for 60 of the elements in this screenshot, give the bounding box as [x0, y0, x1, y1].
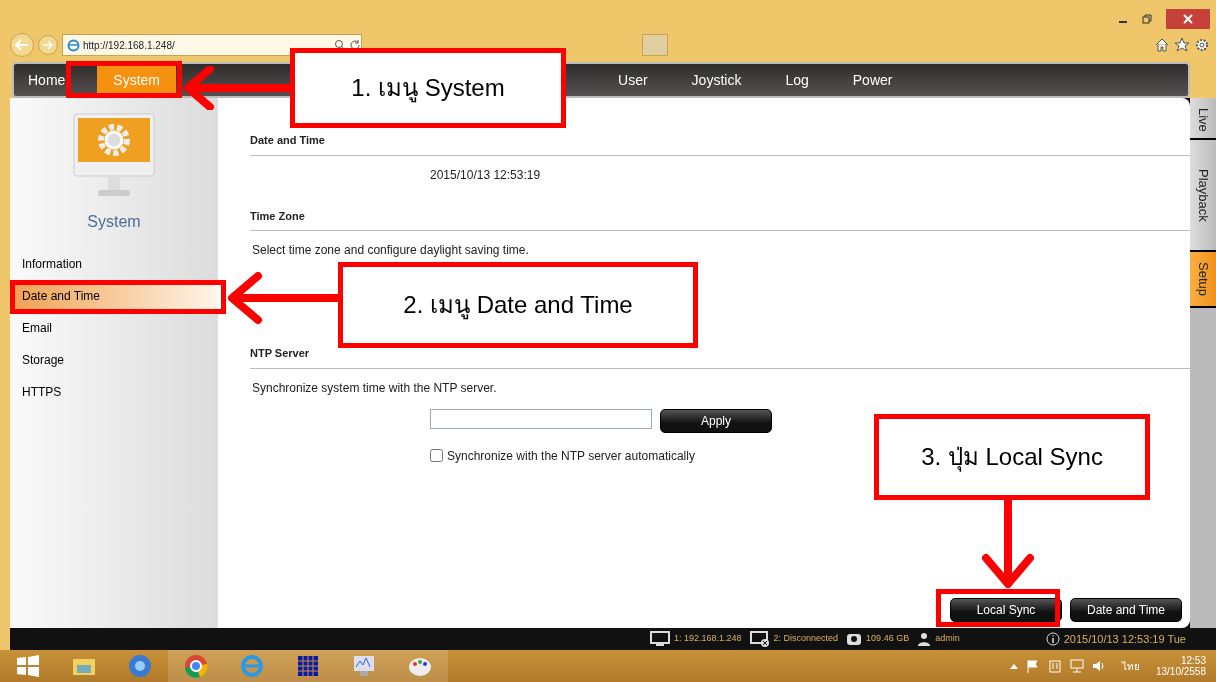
refresh-icon	[349, 39, 361, 51]
side-tab[interactable]: Playback	[1190, 140, 1216, 250]
sidebar-item[interactable]: HTTPS	[10, 376, 218, 408]
caret-up-icon[interactable]	[1009, 663, 1018, 669]
status-text: 109.46 GB	[866, 632, 910, 646]
chrome-icon[interactable]	[183, 653, 209, 679]
side-tab[interactable]: Live	[1190, 98, 1216, 138]
arrow-left-icon	[15, 39, 29, 51]
date-time-value: 2015/10/13 12:53:19	[430, 166, 542, 184]
nav-tab[interactable]: Home	[22, 63, 72, 97]
sidebar-title: System	[86, 212, 142, 232]
nav-tab[interactable]: Power	[830, 63, 915, 97]
address-field[interactable]: http://192.168.1.248/	[62, 34, 362, 56]
grid-app-icon[interactable]	[295, 653, 321, 679]
star-icon[interactable]	[1174, 37, 1190, 53]
nav-tab[interactable]: User	[596, 63, 670, 97]
info-icon	[1045, 632, 1060, 646]
status-text: 1: 192.168.1.248	[674, 632, 742, 646]
status-text: admin	[935, 632, 960, 646]
action-button[interactable]: Date and Time	[1070, 598, 1182, 622]
settings-icon[interactable]	[1194, 37, 1210, 53]
close-button[interactable]	[1166, 9, 1210, 29]
monitor-disconnected-icon	[749, 631, 770, 647]
sidebar-item[interactable]: Storage	[10, 344, 218, 376]
address-text: http://192.168.1.248/	[83, 38, 175, 53]
checkbox-label: Synchronize with the NTP server automatically	[447, 447, 695, 465]
clock-time: 12:53	[1180, 655, 1206, 666]
apply-button[interactable]: Apply	[660, 408, 772, 433]
windows-logo-icon[interactable]	[15, 653, 41, 679]
nav-tab[interactable]: Log	[763, 63, 831, 97]
network-icon[interactable]	[1069, 659, 1084, 673]
annotation-callout: 1. เมนู System	[290, 48, 566, 128]
annotation-callout: 3. ปุ่ม Local Sync	[874, 414, 1150, 500]
user-icon	[917, 632, 932, 646]
monitor-icon	[650, 631, 670, 647]
globe-icon[interactable]	[127, 653, 153, 679]
sidebar-item[interactable]: Email	[10, 312, 218, 344]
status-datetime: 2015/10/13 12:53:19 Tue	[1063, 631, 1186, 647]
section-description: Synchronize system time with the NTP server.	[252, 379, 498, 397]
auto-sync-checkbox[interactable]	[430, 449, 443, 462]
home-icon[interactable]	[1154, 37, 1170, 53]
monitor-chart-icon[interactable]	[351, 653, 377, 679]
nav-tab[interactable]: Joystick	[669, 63, 764, 97]
ntp-server-input[interactable]	[430, 408, 652, 429]
side-tab[interactable]: Setup	[1190, 252, 1216, 306]
annotation-callout: 2. เมนู Date and Time	[338, 262, 698, 348]
status-text: 2: Disconnected	[773, 632, 839, 646]
clock-date: 13/10/2558	[1155, 666, 1206, 677]
restore-icon[interactable]	[1142, 14, 1152, 24]
sidebar-item[interactable]: Information	[10, 248, 218, 280]
forward-button[interactable]	[38, 35, 58, 55]
speaker-icon[interactable]	[1091, 659, 1106, 673]
section-heading: Time Zone	[250, 207, 1190, 231]
section-description: Select time zone and configure daylight saving time.	[252, 242, 530, 259]
section-heading: Date and Time	[250, 132, 1190, 156]
action-button[interactable]: Local Sync	[950, 598, 1062, 622]
arrow-right-icon	[42, 40, 54, 50]
back-button[interactable]	[10, 33, 34, 57]
close-icon	[1183, 14, 1193, 24]
flag-icon[interactable]	[1025, 659, 1040, 673]
